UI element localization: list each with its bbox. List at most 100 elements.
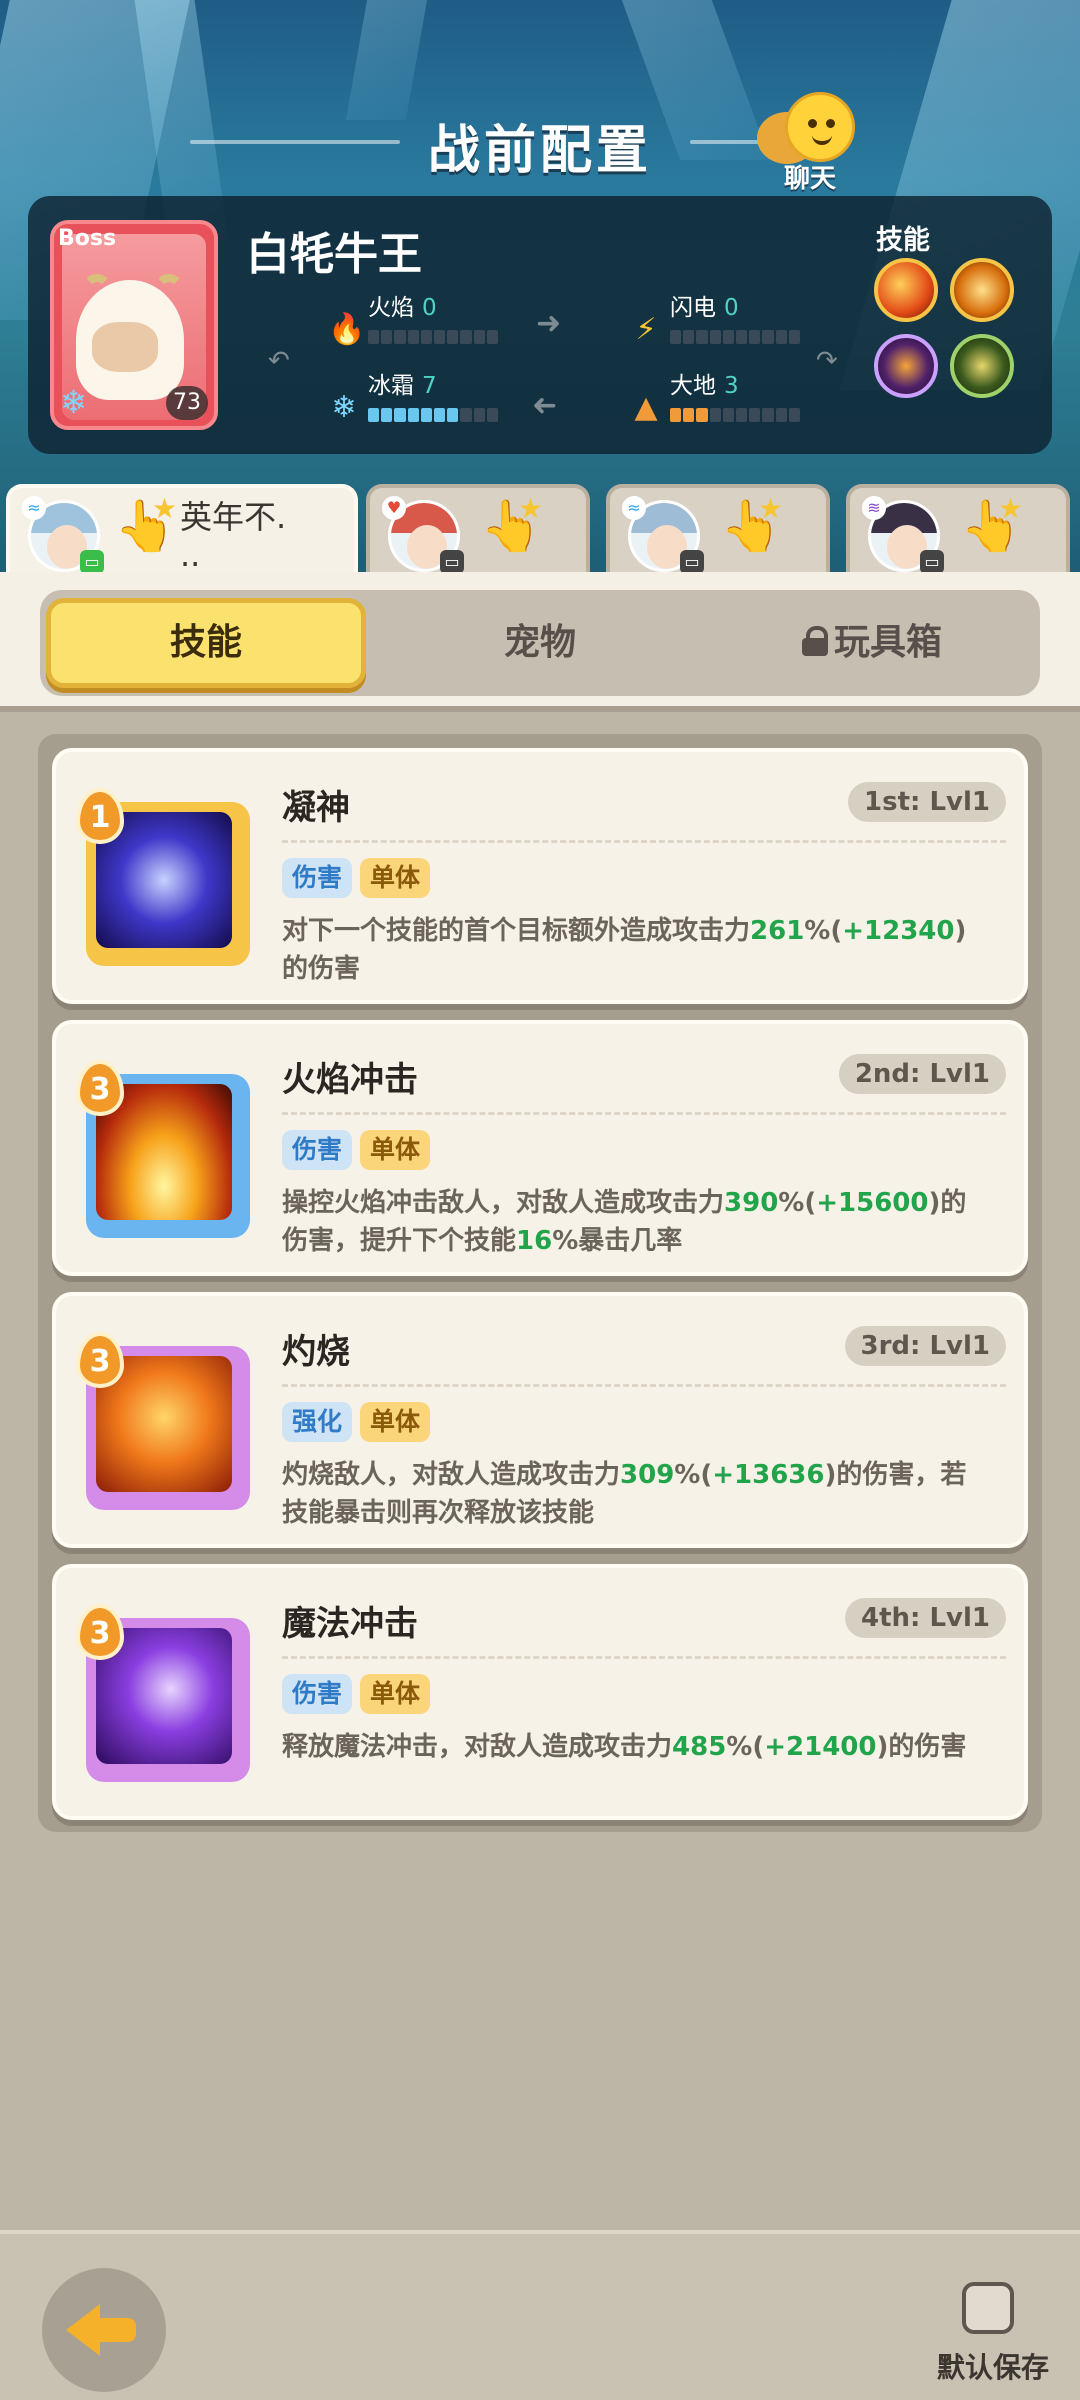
skill-tag-target: 单体 [360, 1674, 431, 1714]
element-frost: 冰霜 7 ❄ [328, 366, 528, 430]
energy-cost-badge: 1 [76, 788, 124, 844]
frost-value: 7 [422, 373, 437, 399]
skill-card-1[interactable]: 1 凝神 1st: Lvl1 伤害 单体 对下一个技能的首个目标额外造成攻击力2… [52, 748, 1028, 1004]
boss-skills-label: 技能 [876, 225, 930, 256]
skill-name: 灼烧 [282, 1332, 350, 1372]
tab-pets[interactable]: 宠物 [380, 598, 700, 688]
snowflake-icon: ❄ [60, 383, 87, 421]
back-arrow-icon [66, 2304, 100, 2356]
star-icon: ★ [998, 492, 1024, 525]
hero-tab-4[interactable]: ≋ ▭ 👆 ★ [846, 484, 1070, 580]
category-segment-control: 技能 宠物 玩具箱 [40, 590, 1040, 696]
status-icon: ▭ [440, 550, 464, 574]
wind-element-icon: ≋ [862, 496, 886, 520]
hero-tab-1[interactable]: ≈ ▭ 👆 ★ 英年不. .. [6, 484, 358, 580]
footer-bar: 默认保存 [0, 2230, 1080, 2400]
element-fire: 火焰 0 🔥 [328, 288, 528, 352]
hero-name: 英年不. .. [180, 498, 287, 574]
skill-tag-type: 伤害 [282, 858, 353, 898]
skill-tag-type: 强化 [282, 1402, 353, 1442]
default-save-label: 默认保存 [936, 2351, 1049, 2384]
frost-label: 冰霜 [368, 373, 414, 399]
skill-slot-level: 4th: Lvl1 [845, 1598, 1006, 1638]
element-lightning: 闪电 0 ⚡ [630, 288, 830, 352]
energy-cost-badge: 3 [76, 1604, 124, 1660]
skill-slot-level: 2nd: Lvl1 [838, 1054, 1006, 1094]
skill-card-2[interactable]: 3 火焰冲击 2nd: Lvl1 伤害 单体 操控火焰冲击敌人，对敌人造成攻击力… [52, 1020, 1028, 1276]
curve-arrow-icon: ↷ [816, 346, 838, 376]
chat-label: 聊天 [783, 164, 836, 194]
chat-smiley-icon [785, 92, 855, 162]
skill-card-3[interactable]: 3 灼烧 3rd: Lvl1 强化 单体 灼烧敌人，对敌人造成攻击力309%(+… [52, 1292, 1028, 1548]
skill-name: 魔法冲击 [282, 1604, 418, 1644]
fire-value: 0 [422, 295, 437, 321]
energy-cost-badge: 3 [76, 1332, 124, 1388]
skill-description: 操控火焰冲击敌人，对敌人造成攻击力390%(+15600)的伤害，提升下个技能1… [282, 1188, 967, 1256]
fire-bar [368, 330, 499, 344]
chat-button[interactable]: 聊天 [755, 92, 865, 194]
back-arrow-icon [96, 2318, 136, 2342]
status-icon: ▭ [680, 550, 704, 574]
fire-element-icon: ♥ [382, 496, 406, 520]
status-icon: ▭ [80, 550, 104, 574]
lock-icon [801, 626, 828, 656]
skill-description: 对下一个技能的首个目标额外造成攻击力261%(+12340)的伤害 [282, 916, 967, 984]
star-icon: ★ [518, 492, 544, 525]
curve-arrow-icon: ↶ [268, 346, 290, 376]
element-earth: 大地 3 ▲ [630, 366, 830, 430]
skill-description: 释放魔法冲击，对敌人造成攻击力485%(+21400)的伤害 [282, 1732, 967, 1762]
fire-icon: 🔥 [328, 312, 366, 347]
hero-tab-2[interactable]: ♥ ▭ 👆 ★ [366, 484, 590, 580]
lightning-icon: ⚡ [635, 312, 657, 347]
star-icon: ★ [758, 492, 784, 525]
earth-bar [670, 408, 801, 422]
skill-tag-target: 单体 [360, 1130, 431, 1170]
snowflake-icon: ❄ [331, 390, 357, 425]
energy-cost-badge: 3 [76, 1060, 124, 1116]
tab-pets-label: 宠物 [503, 622, 576, 663]
skill-card-4[interactable]: 3 魔法冲击 4th: Lvl1 伤害 单体 释放魔法冲击，对敌人造成攻击力48… [52, 1564, 1028, 1820]
back-button[interactable] [42, 2268, 166, 2392]
fire-label: 火焰 [368, 295, 414, 321]
skill-slot-level: 1st: Lvl1 [848, 782, 1006, 822]
water-element-icon: ≈ [622, 496, 646, 520]
skill-tag-target: 单体 [360, 858, 431, 898]
tab-skills[interactable]: 技能 [46, 598, 366, 688]
skill-slot-level: 3rd: Lvl1 [844, 1326, 1006, 1366]
dark-face-icon[interactable] [874, 334, 938, 398]
skill-list: 1 凝神 1st: Lvl1 伤害 单体 对下一个技能的首个目标额外造成攻击力2… [38, 734, 1042, 1832]
swap-arrow-icon: ➜ [532, 388, 558, 423]
hero-tab-3[interactable]: ≈ ▭ 👆 ★ [606, 484, 830, 580]
lightning-value: 0 [724, 295, 739, 321]
frost-bar [368, 408, 499, 422]
tab-skills-label: 技能 [169, 622, 242, 663]
skill-description: 灼烧敌人，对敌人造成攻击力309%(+13636)的伤害，若技能暴击则再次释放该… [282, 1460, 967, 1528]
boss-info-panel: Boss ❄ 73 白牦牛王 火焰 0 🔥 闪电 0 ⚡ 冰霜 7 ❄ 大地 3 ▲ ➜… [28, 196, 1052, 454]
boss-level-badge: 73 [166, 386, 208, 420]
skill-tag-type: 伤害 [282, 1674, 353, 1714]
page-title: 战前配置 [427, 121, 652, 181]
flame-slash-icon[interactable] [950, 258, 1014, 322]
skill-tag-type: 伤害 [282, 1130, 353, 1170]
skill-name: 凝神 [282, 788, 350, 828]
boss-name: 白牦牛王 [246, 229, 422, 280]
boss-portrait[interactable]: Boss ❄ 73 [50, 220, 218, 430]
tab-toybox[interactable]: 玩具箱 [712, 598, 1032, 688]
skill-name: 火焰冲击 [282, 1060, 418, 1100]
skill-tag-target: 单体 [360, 1402, 431, 1442]
yak-face-icon [92, 322, 158, 372]
status-icon: ▭ [920, 550, 944, 574]
earth-beast-icon[interactable] [950, 334, 1014, 398]
swap-arrow-icon: ➜ [536, 306, 562, 341]
tab-toybox-label: 玩具箱 [833, 622, 942, 663]
lightning-label: 闪电 [670, 295, 716, 321]
star-icon: ★ [152, 492, 178, 525]
earth-value: 3 [724, 373, 739, 399]
mountain-icon: ▲ [634, 390, 658, 425]
earth-label: 大地 [670, 373, 716, 399]
water-element-icon: ≈ [22, 496, 46, 520]
fire-burst-icon[interactable] [874, 258, 938, 322]
lightning-bar [670, 330, 801, 344]
boss-tag: Boss [58, 226, 117, 251]
default-save-checkbox[interactable] [962, 2282, 1014, 2334]
